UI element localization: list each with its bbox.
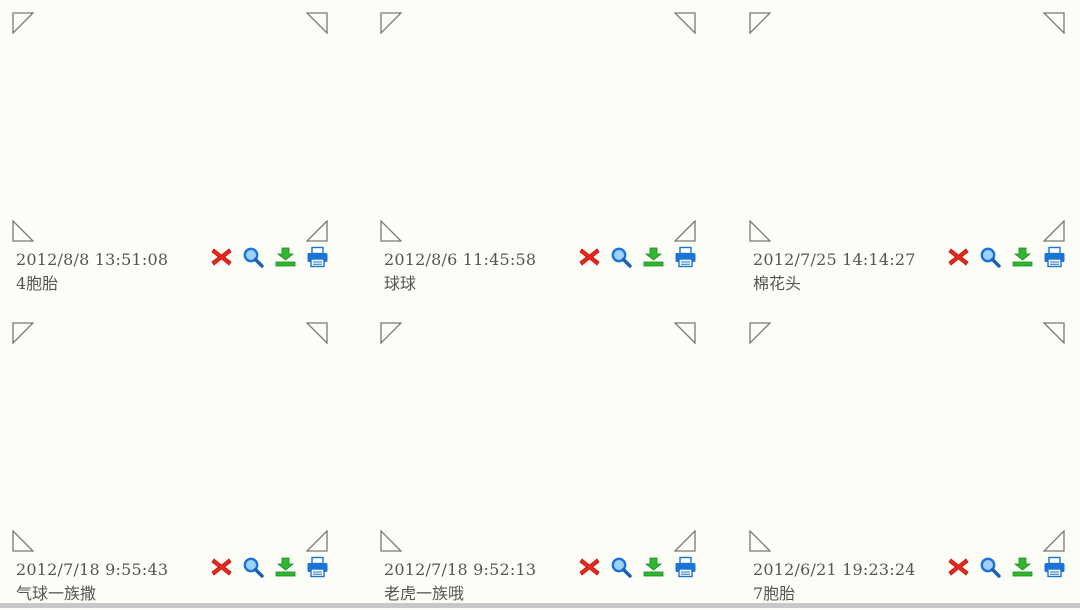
photo-meta: 2012/7/18 9:52:13 老虎一族哦 [384, 560, 536, 604]
print-icon[interactable] [1043, 246, 1066, 268]
crop-corner-bottom-left-icon [749, 220, 771, 242]
download-icon[interactable] [274, 246, 297, 268]
photo-card[interactable]: 2012/7/18 9:55:43 气球一族撒 [0, 310, 340, 610]
download-icon[interactable] [1011, 556, 1034, 578]
crop-corner-top-right-icon [674, 12, 696, 34]
photo-card[interactable]: 2012/6/21 19:23:24 7胞胎 [737, 310, 1077, 610]
zoom-icon[interactable] [610, 246, 633, 268]
photo-meta: 2012/6/21 19:23:24 7胞胎 [753, 560, 916, 604]
crop-corner-bottom-right-icon [306, 530, 328, 552]
crop-corner-top-left-icon [12, 12, 34, 34]
crop-corner-bottom-right-icon [674, 220, 696, 242]
print-icon[interactable] [1043, 556, 1066, 578]
crop-corner-top-left-icon [749, 12, 771, 34]
photo-meta: 2012/7/25 14:14:27 棉花头 [753, 250, 916, 294]
crop-corner-top-right-icon [674, 322, 696, 344]
delete-icon[interactable] [210, 556, 233, 578]
photo-actions [210, 246, 329, 268]
photo-date: 2012/8/8 13:51:08 [16, 250, 169, 269]
delete-icon[interactable] [947, 556, 970, 578]
photo-date: 2012/6/21 19:23:24 [753, 560, 916, 579]
zoom-icon[interactable] [242, 246, 265, 268]
print-icon[interactable] [674, 246, 697, 268]
crop-corner-bottom-right-icon [1043, 530, 1065, 552]
photo-name: 球球 [384, 274, 417, 293]
delete-icon[interactable] [578, 556, 601, 578]
crop-corner-top-left-icon [380, 12, 402, 34]
crop-corner-top-right-icon [1043, 322, 1065, 344]
photo-grid: 2012/8/8 13:51:08 4胞胎 2012/8/6 11:45:58 … [0, 0, 1080, 604]
crop-corner-bottom-left-icon [12, 220, 34, 242]
download-icon[interactable] [274, 556, 297, 578]
crop-corner-bottom-left-icon [12, 530, 34, 552]
photo-actions [947, 246, 1066, 268]
photo-actions [578, 556, 697, 578]
photo-date: 2012/7/25 14:14:27 [753, 250, 916, 269]
photo-name: 7胞胎 [753, 584, 796, 603]
photo-name: 棉花头 [753, 274, 802, 293]
photo-actions [210, 556, 329, 578]
photo-name: 老虎一族哦 [384, 584, 465, 603]
photo-date: 2012/8/6 11:45:58 [384, 250, 537, 269]
crop-corner-bottom-left-icon [380, 220, 402, 242]
crop-corner-top-right-icon [1043, 12, 1065, 34]
delete-icon[interactable] [210, 246, 233, 268]
photo-card[interactable]: 2012/8/8 13:51:08 4胞胎 [0, 0, 340, 300]
zoom-icon[interactable] [979, 556, 1002, 578]
zoom-icon[interactable] [242, 556, 265, 578]
delete-icon[interactable] [947, 246, 970, 268]
photo-meta: 2012/8/8 13:51:08 4胞胎 [16, 250, 168, 294]
delete-icon[interactable] [578, 246, 601, 268]
crop-corner-top-left-icon [380, 322, 402, 344]
crop-corner-bottom-right-icon [1043, 220, 1065, 242]
photo-card[interactable]: 2012/7/25 14:14:27 棉花头 [737, 0, 1077, 300]
crop-corner-bottom-left-icon [749, 530, 771, 552]
print-icon[interactable] [306, 246, 329, 268]
photo-meta: 2012/7/18 9:55:43 气球一族撒 [16, 560, 168, 604]
download-icon[interactable] [642, 246, 665, 268]
crop-corner-bottom-right-icon [674, 530, 696, 552]
photo-name: 4胞胎 [16, 274, 59, 293]
photo-date: 2012/7/18 9:52:13 [384, 560, 537, 579]
print-icon[interactable] [674, 556, 697, 578]
crop-corner-top-left-icon [749, 322, 771, 344]
photo-card[interactable]: 2012/7/18 9:52:13 老虎一族哦 [368, 310, 708, 610]
zoom-icon[interactable] [610, 556, 633, 578]
photo-name: 气球一族撒 [16, 584, 97, 603]
download-icon[interactable] [642, 556, 665, 578]
crop-corner-top-right-icon [306, 322, 328, 344]
zoom-icon[interactable] [979, 246, 1002, 268]
photo-actions [578, 246, 697, 268]
crop-corner-bottom-right-icon [306, 220, 328, 242]
download-icon[interactable] [1011, 246, 1034, 268]
print-icon[interactable] [306, 556, 329, 578]
photo-card[interactable]: 2012/8/6 11:45:58 球球 [368, 0, 708, 300]
horizontal-scrollbar[interactable] [0, 603, 1080, 608]
photo-meta: 2012/8/6 11:45:58 球球 [384, 250, 536, 294]
photo-date: 2012/7/18 9:55:43 [16, 560, 169, 579]
crop-corner-top-right-icon [306, 12, 328, 34]
photo-actions [947, 556, 1066, 578]
crop-corner-bottom-left-icon [380, 530, 402, 552]
crop-corner-top-left-icon [12, 322, 34, 344]
